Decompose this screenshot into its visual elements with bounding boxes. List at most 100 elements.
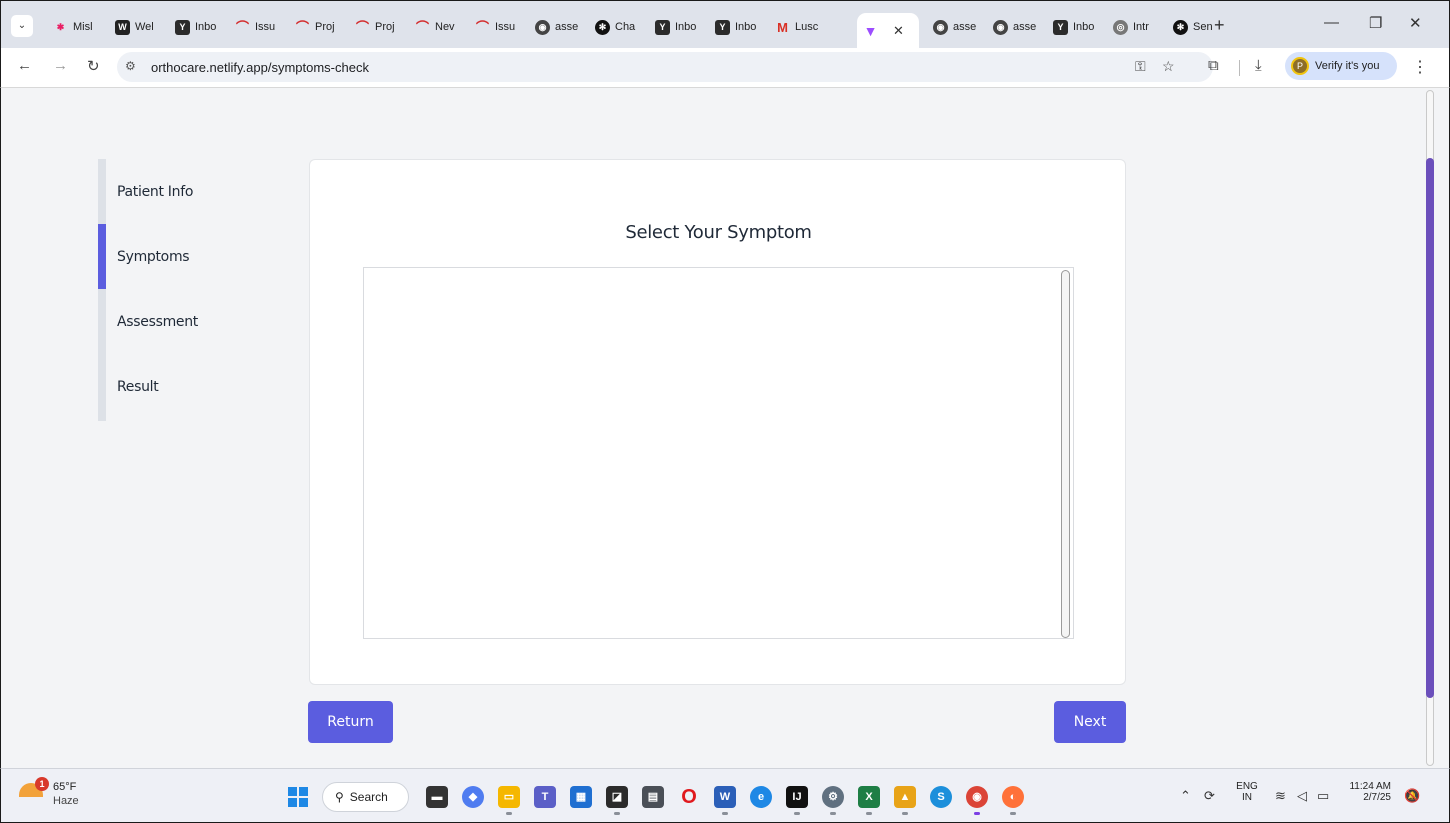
step-assessment[interactable]: Assessment	[98, 289, 248, 354]
browser-tab-active[interactable]: ▼ ✕	[857, 13, 919, 49]
browser-tab[interactable]: ⌒ Proj	[293, 15, 341, 39]
symptom-list[interactable]	[363, 267, 1074, 639]
excel-icon[interactable]: X	[858, 786, 880, 815]
chevron-up-icon[interactable]: ⌃	[1180, 788, 1191, 804]
tab-label: Inbo	[735, 21, 757, 33]
battery-icon[interactable]: ▭	[1317, 788, 1329, 804]
bookmark-star-icon[interactable]: ☆	[1162, 58, 1175, 75]
intellij-icon[interactable]: IJ	[786, 786, 808, 815]
language-indicator[interactable]: ENG IN	[1234, 781, 1260, 803]
volume-muted-icon[interactable]: ◁	[1297, 788, 1307, 804]
taskbar-search[interactable]: ⚲ Search	[322, 782, 409, 812]
step-result[interactable]: Result	[98, 354, 248, 419]
browser-tab[interactable]: Y Inbo	[173, 15, 221, 39]
tab-label: Proj	[315, 21, 335, 33]
symptom-list-scrollbar[interactable]	[1061, 270, 1070, 638]
active-step-indicator	[98, 224, 106, 289]
language-label: ENG	[1236, 781, 1258, 792]
browser-tab[interactable]: W Wel	[113, 15, 157, 39]
site-info-icon[interactable]: ⚙	[125, 59, 136, 73]
tab-label: Lusc	[795, 21, 819, 33]
step-navigation: Patient Info Symptoms Assessment Result	[98, 159, 248, 421]
photo-icon[interactable]: ▲	[894, 786, 916, 815]
calculator-icon[interactable]: ▤	[642, 786, 664, 808]
folder-icon[interactable]: ▭	[498, 786, 520, 815]
notification-bell-icon[interactable]: 🔕	[1404, 788, 1420, 804]
page-scrollbar[interactable]	[1424, 88, 1436, 768]
minimize-icon[interactable]: —	[1324, 14, 1339, 31]
weather-widget[interactable]: 1 65°F Haze	[19, 777, 99, 815]
browser-tab[interactable]: Y Inbo	[1051, 15, 1099, 39]
browser-tab[interactable]: ◉ asse	[931, 15, 979, 39]
tab-label: Cha	[615, 21, 636, 33]
browser-tab[interactable]: Y Inbo	[713, 15, 761, 39]
browser-tab[interactable]: M Lusc	[773, 15, 825, 39]
windows-start-icon[interactable]	[288, 787, 308, 807]
reload-icon[interactable]: ↻	[87, 57, 100, 75]
arc-icon: ⌒	[235, 19, 249, 35]
card-title: Select Your Symptom	[625, 222, 812, 243]
globe-icon: ◉	[535, 19, 550, 35]
time-label: 11:24 AM	[1349, 781, 1391, 792]
tab-label: Nev	[435, 21, 455, 33]
browser-tab[interactable]: ✱ Misl	[51, 15, 99, 39]
globe-icon: ◉	[993, 19, 1008, 35]
profile-avatar: P	[1291, 57, 1309, 75]
window-close-icon[interactable]: ✕	[1409, 14, 1422, 32]
store-icon[interactable]: ▦	[570, 786, 592, 808]
firefox-icon[interactable]: ◐	[1002, 786, 1024, 815]
symptom-card: Select Your Symptom	[309, 159, 1126, 685]
step-patient-info[interactable]: Patient Info	[98, 159, 248, 224]
forward-arrow-icon[interactable]: →	[53, 57, 68, 74]
opera-icon[interactable]: O	[678, 786, 700, 808]
word-icon[interactable]: W	[714, 786, 736, 815]
close-icon[interactable]: ✕	[893, 23, 904, 39]
wellfound-icon: W	[115, 19, 130, 35]
clock[interactable]: 11:24 AM 2/7/25	[1341, 781, 1391, 803]
step-symptoms[interactable]: Symptoms	[98, 224, 248, 289]
browser-tab[interactable]: ✻ Sen	[1171, 15, 1215, 39]
return-button[interactable]: Return	[308, 701, 393, 743]
weather-temp: 65°F	[53, 781, 77, 793]
url-text[interactable]: orthocare.netlify.app/symptoms-check	[151, 60, 369, 75]
edge-icon[interactable]: e	[750, 786, 772, 808]
copilot-icon[interactable]: ◆	[462, 786, 484, 808]
globe-icon: ◉	[933, 19, 948, 35]
file-manager-icon[interactable]: ▬	[426, 786, 448, 808]
browser-tab[interactable]: ⌒ Issu	[473, 15, 521, 39]
page-scrollbar-thumb[interactable]	[1426, 158, 1434, 698]
browser-tab[interactable]: ⌒ Proj	[353, 15, 401, 39]
browser-tab[interactable]: ◉ asse	[991, 15, 1039, 39]
weather-condition: Haze	[53, 795, 79, 807]
pin-icon: ✱	[56, 21, 65, 32]
teams-icon[interactable]: T	[534, 786, 556, 808]
new-tab-button[interactable]: +	[1214, 15, 1225, 36]
chatgpt-icon: ✻	[1173, 19, 1188, 35]
browser-tab[interactable]: ✻ Cha	[593, 15, 641, 39]
arc-icon: ⌒	[415, 19, 429, 35]
chrome-icon[interactable]: ◉	[966, 786, 988, 815]
back-arrow-icon[interactable]: ←	[17, 57, 32, 74]
browser-tab[interactable]: ⌒ Issu	[233, 15, 281, 39]
restore-icon[interactable]: ❐	[1369, 14, 1382, 32]
browser-tab[interactable]: ⌒ Nev	[413, 15, 461, 39]
arc-icon: ⌒	[355, 19, 369, 35]
next-button[interactable]: Next	[1054, 701, 1126, 743]
sticky-notes-icon[interactable]: ◪	[606, 786, 628, 815]
wifi-icon[interactable]: ≋	[1275, 788, 1286, 804]
browser-tab[interactable]: Y Inbo	[653, 15, 701, 39]
address-bar[interactable]: ⚙ orthocare.netlify.app/symptoms-check ⚿…	[117, 52, 1213, 82]
chatgpt-icon: ✻	[595, 19, 610, 35]
menu-dots-icon[interactable]: ⋮	[1412, 57, 1428, 77]
onedrive-sync-icon[interactable]: ⟳	[1204, 788, 1215, 804]
extensions-icon[interactable]: ⧉	[1208, 57, 1219, 74]
download-icon[interactable]: ⤓	[1255, 57, 1262, 74]
browser-tab[interactable]: ◉ asse	[533, 15, 581, 39]
browser-tab[interactable]: ◎ Intr	[1111, 15, 1159, 39]
tab-search-button[interactable]: ⌄	[11, 15, 33, 37]
password-key-icon[interactable]: ⚿	[1135, 58, 1146, 75]
yahoo-mail-icon: Y	[175, 19, 190, 35]
settings-icon[interactable]: ⚙	[822, 786, 844, 815]
verify-profile-button[interactable]: P Verify it's you	[1285, 52, 1397, 80]
skype-icon[interactable]: S	[930, 786, 952, 808]
